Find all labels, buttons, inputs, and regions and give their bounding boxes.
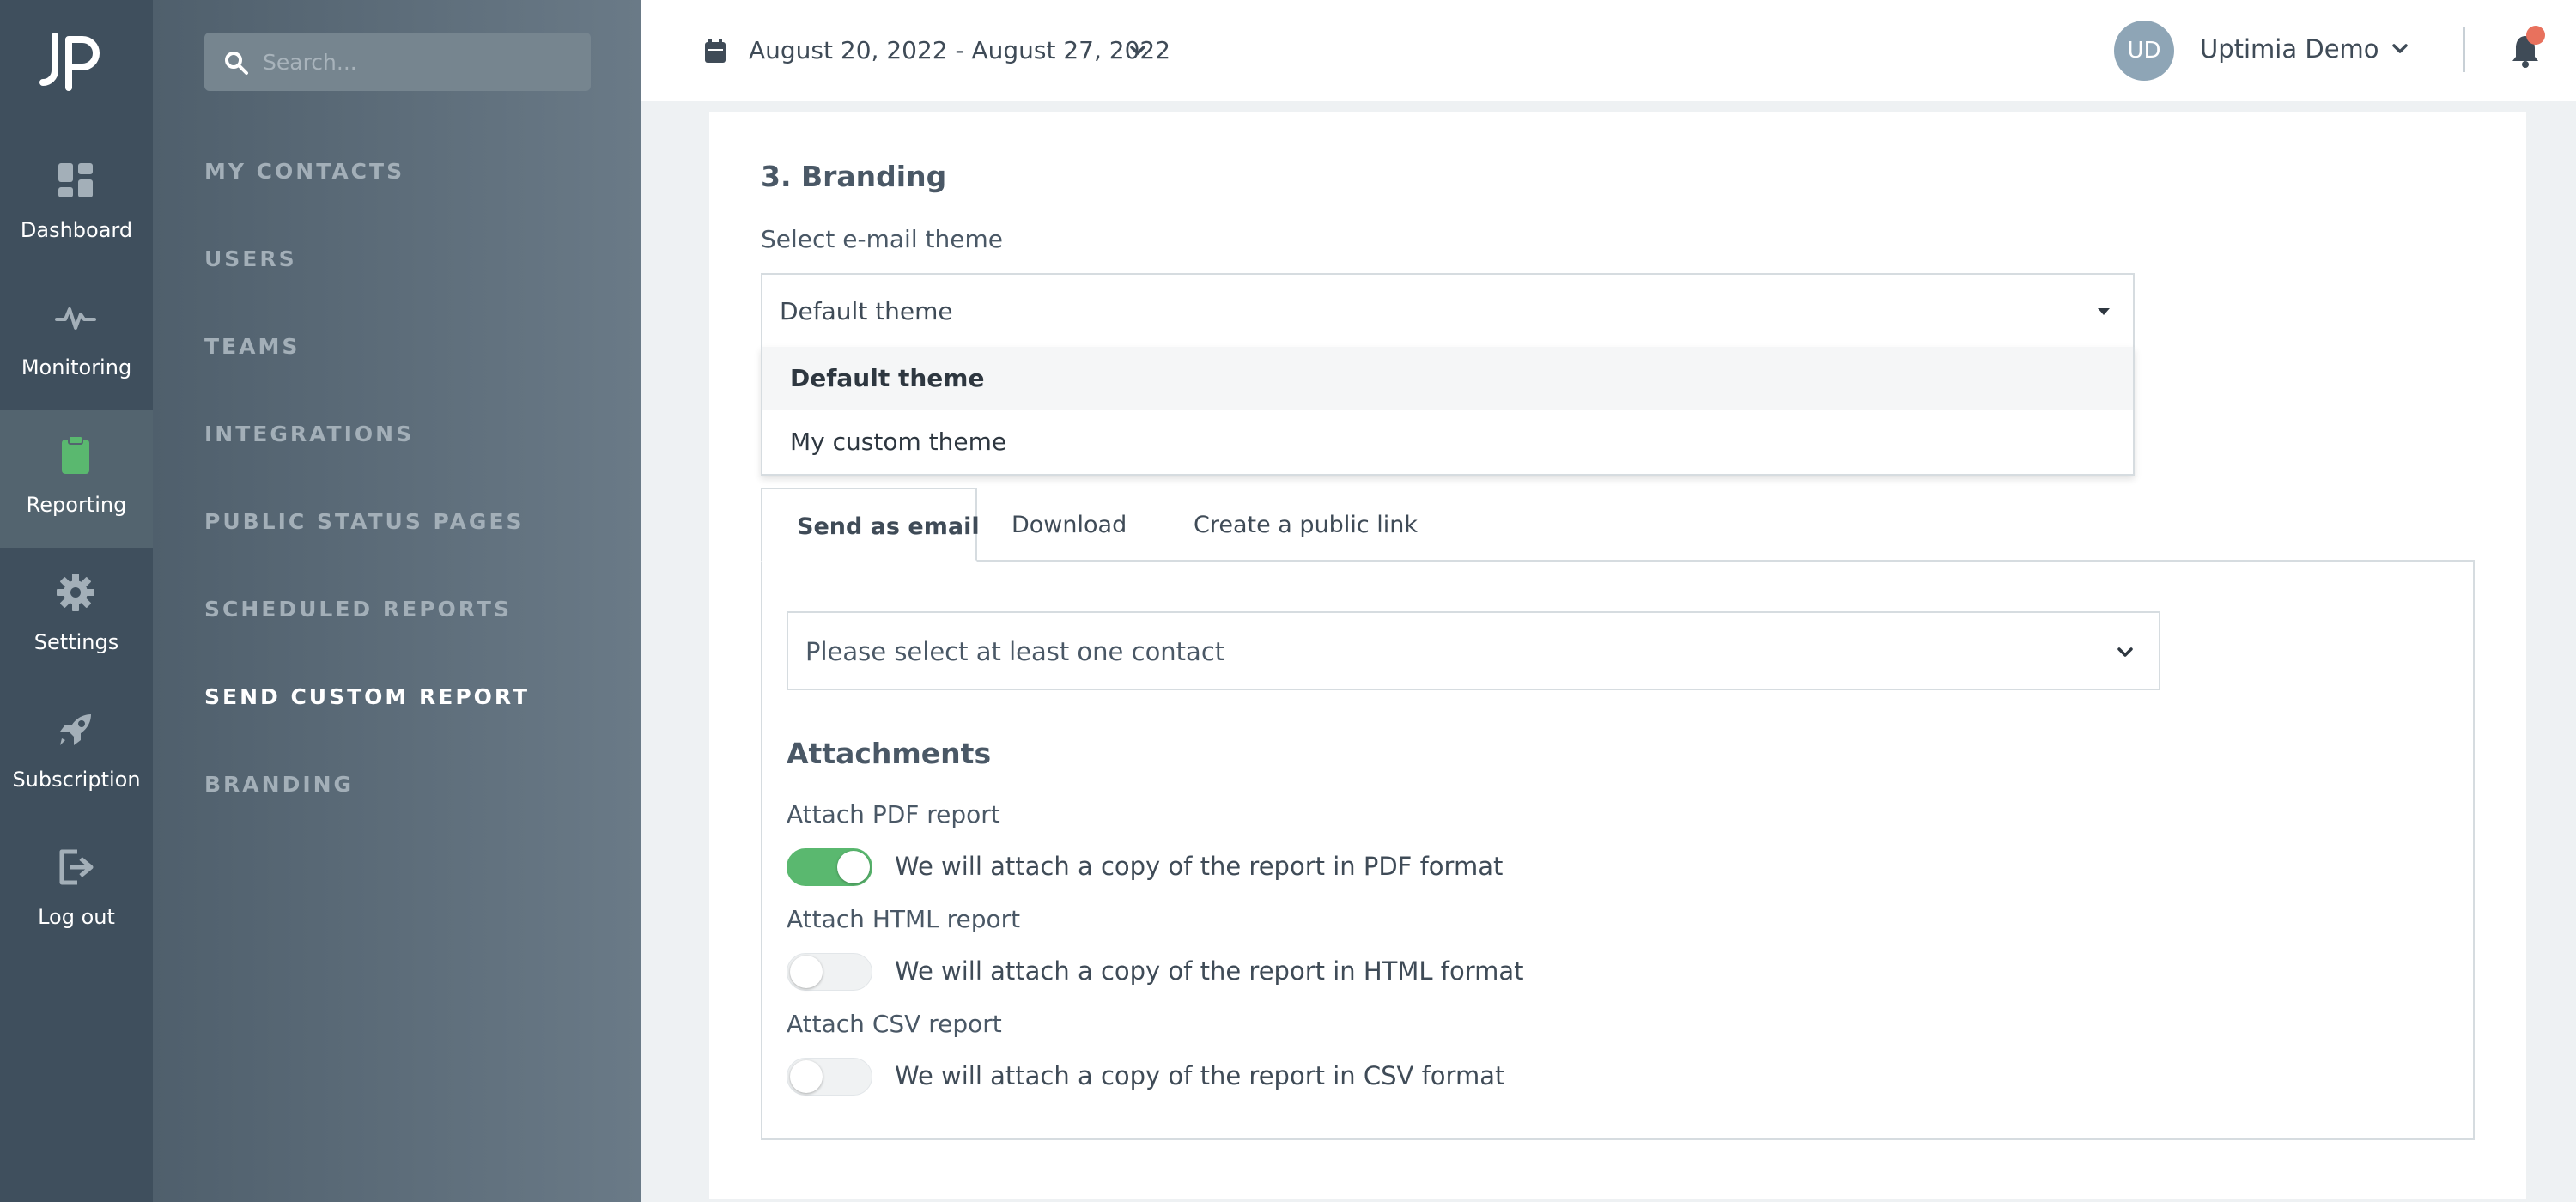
chevron-down-icon[interactable] [2391, 41, 2409, 57]
theme-label: Select e-mail theme [761, 225, 1003, 253]
theme-dropdown: Default theme My custom theme [761, 347, 2135, 476]
rail-item-settings[interactable]: Settings [0, 548, 153, 685]
chevron-down-icon [2117, 647, 2133, 657]
toggle-knob [790, 1060, 823, 1093]
attach-html-toggle[interactable] [787, 953, 872, 991]
toggle-knob [837, 851, 870, 883]
tab-download[interactable]: Download [977, 488, 1157, 562]
user-menu[interactable]: Uptimia Demo [2200, 34, 2379, 64]
rail-label-dashboard: Dashboard [20, 218, 133, 242]
divider [2463, 27, 2465, 72]
date-range-picker[interactable]: August 20, 2022 - August 27, 2022 [749, 36, 1170, 64]
tab-label: Create a public link [1194, 512, 1418, 538]
sidebar-item-send-custom-report[interactable]: SEND CUSTOM REPORT [204, 684, 530, 709]
sidebar-item-users[interactable]: USERS [204, 246, 297, 271]
rail-item-dashboard[interactable]: Dashboard [0, 136, 153, 273]
attach-pdf-label: Attach PDF report [787, 800, 1000, 829]
top-bar: August 20, 2022 - August 27, 2022 UD Upt… [641, 0, 2576, 101]
sidebar-item-branding[interactable]: BRANDING [204, 772, 354, 797]
theme-select[interactable]: Default theme [761, 273, 2135, 349]
caret-down-icon [2098, 308, 2110, 315]
rail-label-subscription: Subscription [12, 768, 141, 792]
tab-label: Send as email [797, 513, 980, 540]
clipboard-icon [62, 435, 89, 474]
theme-option-label: Default theme [790, 364, 985, 392]
theme-option-custom[interactable]: My custom theme [762, 410, 2133, 474]
rocket-icon [60, 714, 91, 745]
theme-select-value: Default theme [780, 297, 953, 325]
rail-label-logout: Log out [38, 905, 115, 929]
report-card: 3. Branding Select e-mail theme Default … [709, 112, 2526, 1199]
attach-csv-toggle[interactable] [787, 1058, 872, 1096]
app-logo[interactable] [38, 31, 106, 93]
rail-label-monitoring: Monitoring [21, 355, 132, 379]
attach-html-label: Attach HTML report [787, 905, 1021, 933]
contact-select[interactable]: Please select at least one contact [787, 611, 2160, 690]
rail-item-reporting[interactable]: Reporting [0, 410, 153, 548]
pulse-icon [55, 307, 96, 330]
sidebar-item-public-status-pages[interactable]: PUBLIC STATUS PAGES [204, 509, 525, 534]
gear-icon [57, 574, 94, 611]
rail-item-subscription[interactable]: Subscription [0, 685, 153, 823]
tab-send-as-email[interactable]: Send as email [761, 488, 980, 562]
rail-label-reporting: Reporting [26, 493, 127, 517]
sidebar-item-teams[interactable]: TEAMS [204, 334, 300, 359]
contact-select-placeholder: Please select at least one contact [805, 637, 1225, 666]
attachments-title: Attachments [787, 737, 992, 770]
rail-label-settings: Settings [33, 630, 119, 654]
attach-pdf-description: We will attach a copy of the report in P… [895, 852, 1504, 881]
avatar[interactable]: UD [2114, 21, 2174, 81]
sidebar-item-scheduled-reports[interactable]: SCHEDULED REPORTS [204, 597, 512, 622]
secondary-sidebar: MY CONTACTS USERS TEAMS INTEGRATIONS PUB… [153, 0, 641, 1202]
sidebar-item-integrations[interactable]: INTEGRATIONS [204, 422, 414, 446]
section-title: 3. Branding [761, 160, 947, 193]
calendar-icon[interactable] [704, 38, 726, 64]
rail-item-monitoring[interactable]: Monitoring [0, 273, 153, 410]
tab-create-public-link[interactable]: Create a public link [1157, 488, 1432, 562]
search-input[interactable] [263, 43, 572, 81]
sidebar-search [204, 33, 591, 91]
chevron-down-icon[interactable] [1128, 43, 1147, 58]
attach-csv-description: We will attach a copy of the report in C… [895, 1061, 1505, 1090]
theme-option-label: My custom theme [790, 428, 1007, 456]
theme-option-default[interactable]: Default theme [762, 347, 2133, 410]
toggle-knob [790, 956, 823, 988]
tab-label: Download [1012, 512, 1127, 538]
sidebar-item-my-contacts[interactable]: MY CONTACTS [204, 159, 404, 184]
dashboard-icon [58, 163, 93, 197]
attach-pdf-toggle[interactable] [787, 848, 872, 886]
attach-html-description: We will attach a copy of the report in H… [895, 956, 1524, 986]
attach-csv-label: Attach CSV report [787, 1010, 1002, 1038]
rail-item-logout[interactable]: Log out [0, 823, 153, 960]
notification-badge [2526, 26, 2545, 45]
logout-icon [59, 849, 94, 885]
search-icon [225, 52, 248, 75]
icon-rail: Dashboard Monitoring Reporting Settings … [0, 0, 153, 1202]
